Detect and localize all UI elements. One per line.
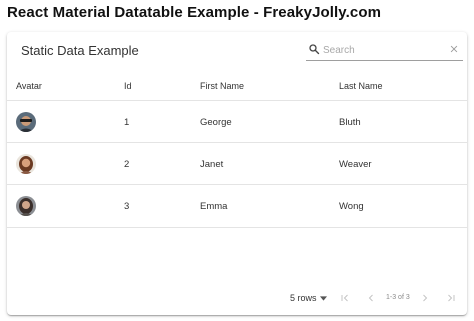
chevron-right-icon[interactable]: [419, 292, 431, 304]
table-title: Static Data Example: [21, 43, 139, 58]
table-row[interactable]: 1 George Bluth: [7, 100, 467, 143]
first-page-icon[interactable]: [339, 292, 351, 304]
search-input[interactable]: [323, 42, 441, 58]
table-row[interactable]: 3 Emma Wong: [7, 184, 467, 227]
search-icon: [309, 44, 320, 55]
cell-last-name: Bluth: [339, 117, 361, 128]
column-header-avatar[interactable]: Avatar: [16, 81, 42, 91]
last-page-icon[interactable]: [445, 292, 457, 304]
caret-down-icon[interactable]: [320, 296, 327, 301]
cell-last-name: Weaver: [339, 159, 372, 170]
close-icon[interactable]: [449, 44, 459, 54]
table-row[interactable]: 2 Janet Weaver: [7, 142, 467, 185]
column-header-first-name[interactable]: First Name: [200, 81, 244, 91]
rows-per-page-select[interactable]: 5 rows: [290, 293, 317, 303]
cell-id: 1: [124, 117, 130, 128]
column-header-id[interactable]: Id: [124, 81, 132, 91]
column-header-last-name[interactable]: Last Name: [339, 81, 383, 91]
cell-id: 2: [124, 159, 130, 170]
datatable-card: Static Data Example Avatar Id First Name…: [7, 32, 467, 315]
search-field[interactable]: [306, 41, 463, 61]
avatar: [16, 196, 36, 216]
page-title: React Material Datatable Example - Freak…: [7, 4, 382, 21]
cell-first-name: Emma: [200, 201, 228, 212]
table-divider: [7, 227, 467, 228]
pagination-status: 1-3 of 3: [386, 294, 410, 301]
chevron-left-icon[interactable]: [365, 292, 377, 304]
cell-id: 3: [124, 201, 130, 212]
pagination: 5 rows 1-3 of 3: [7, 289, 467, 309]
cell-last-name: Wong: [339, 201, 364, 212]
cell-first-name: George: [200, 117, 232, 128]
avatar: [16, 112, 36, 132]
cell-first-name: Janet: [200, 159, 224, 170]
avatar: [16, 154, 36, 174]
